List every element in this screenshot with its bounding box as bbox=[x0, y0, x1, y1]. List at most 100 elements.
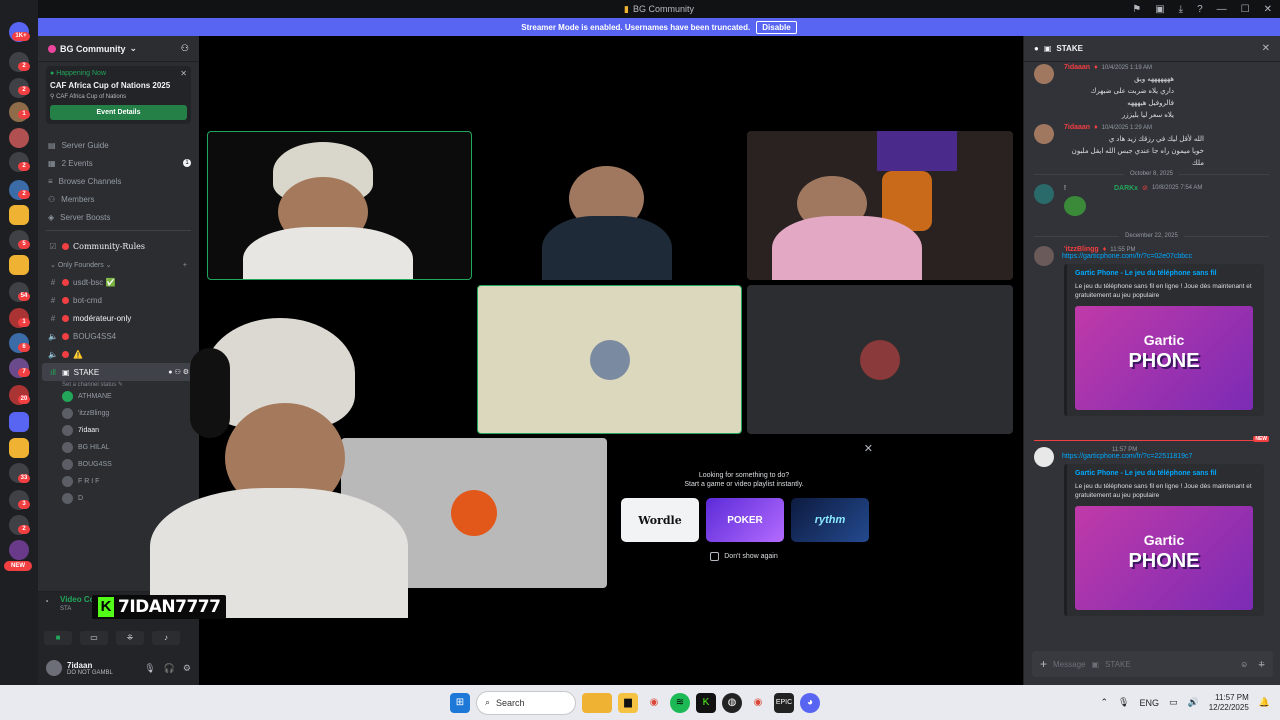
clock[interactable]: 11:57 PM 12/22/2025 bbox=[1209, 693, 1249, 713]
notifications-icon[interactable]: 🔔 bbox=[1259, 697, 1270, 708]
embed-image[interactable]: Gartic PHONE bbox=[1075, 506, 1253, 610]
notification-badge: 1 bbox=[18, 318, 30, 327]
dont-show-checkbox[interactable] bbox=[710, 552, 720, 561]
avatar bbox=[451, 490, 497, 536]
download-icon[interactable]: ⤓ bbox=[1179, 4, 1183, 15]
activity-button[interactable]: ⁜ bbox=[116, 631, 144, 645]
notification-badge: 6 bbox=[18, 343, 30, 352]
message-link[interactable]: https://garticphone.com/fr/?c=22511819c7 bbox=[1062, 453, 1269, 460]
message-author[interactable]: 'itzzBlingg bbox=[1064, 246, 1099, 253]
avatar[interactable] bbox=[1034, 124, 1054, 144]
taskbar-search[interactable]: ⌕ Search bbox=[476, 690, 576, 715]
wordle-card[interactable]: Wordle bbox=[621, 498, 699, 542]
emoji-icon[interactable]: ☺ bbox=[1240, 660, 1248, 669]
hash-icon: # bbox=[50, 277, 56, 287]
message-author[interactable]: 7idaaan bbox=[1064, 64, 1090, 71]
mic-icon[interactable]: 🎙 bbox=[1118, 697, 1129, 708]
display-icon[interactable]: ▭ bbox=[1169, 697, 1178, 708]
close-icon[interactable]: ✕ bbox=[864, 442, 873, 455]
server-icon[interactable] bbox=[9, 438, 29, 458]
close-icon[interactable]: ✕ bbox=[1262, 43, 1270, 54]
close-window-icon[interactable]: ✕ bbox=[1264, 4, 1272, 15]
headphone-shape bbox=[190, 348, 230, 438]
bg-community-server-icon[interactable] bbox=[9, 255, 29, 275]
server-icon[interactable] bbox=[9, 128, 29, 148]
user-status: DO NOT GAMBL bbox=[67, 669, 113, 676]
channel-community-rules[interactable]: ☑ Community-Rules bbox=[38, 235, 199, 257]
folder-icon[interactable] bbox=[9, 412, 29, 432]
help-icon[interactable]: ? bbox=[1197, 4, 1203, 15]
nav-events[interactable]: ▦ 2 Events 1 bbox=[38, 154, 199, 172]
event-details-button[interactable]: Event Details bbox=[50, 105, 187, 120]
nav-server-boosts[interactable]: ◈ Server Boosts bbox=[38, 208, 199, 226]
mic-icon[interactable]: 🎙 bbox=[144, 663, 155, 674]
avatar[interactable] bbox=[1034, 64, 1054, 84]
screen-share-icon[interactable]: ▣ bbox=[1155, 4, 1164, 15]
nav-browse-channels[interactable]: ≡ Browse Channels bbox=[38, 172, 199, 190]
embed-title[interactable]: Gartic Phone - Le jeu du téléphone sans … bbox=[1075, 270, 1256, 277]
invite-people-icon[interactable]: ⚇ bbox=[181, 43, 189, 54]
volume-icon[interactable]: 🔊 bbox=[1188, 697, 1199, 708]
inbox-flag-icon[interactable]: ⚑ bbox=[1132, 4, 1141, 15]
channel-item[interactable]: # bot-cmd bbox=[38, 291, 199, 309]
notification-badge: 2 bbox=[18, 62, 30, 71]
nav-server-guide[interactable]: ▤ Server Guide bbox=[38, 136, 199, 154]
chat-message-input[interactable]: + Message ▣ STAKE ☺ ⁜ bbox=[1032, 651, 1273, 677]
channel-item[interactable]: # usdt-bsc ✅ bbox=[38, 273, 199, 291]
avatar[interactable] bbox=[1034, 246, 1054, 266]
video-tile[interactable] bbox=[477, 131, 742, 280]
message-text: هههههههه ويق داري يلاه ضربت على ضبهرك فا… bbox=[1090, 76, 1174, 119]
discord-icon[interactable]: ◕ bbox=[800, 692, 820, 713]
message-link[interactable]: https://garticphone.com/fr/?c=02e07cbbcc bbox=[1062, 253, 1269, 260]
chevron-up-icon[interactable]: ⌃ bbox=[1101, 697, 1109, 708]
avatar[interactable] bbox=[1034, 447, 1054, 467]
widgets-icon[interactable] bbox=[582, 692, 612, 713]
server-icon[interactable] bbox=[9, 205, 29, 225]
message-author[interactable]: DARKx bbox=[1114, 185, 1138, 192]
system-tray: ⌃ 🎙 ENG ▭ 🔊 11:57 PM 12/22/2025 🔔 bbox=[1101, 685, 1271, 720]
role-icon: ⊘ bbox=[1142, 185, 1148, 192]
windows-start-icon[interactable]: ⊞ bbox=[450, 692, 470, 713]
close-icon[interactable]: ✕ bbox=[180, 69, 187, 78]
poker-card[interactable]: POKER bbox=[706, 498, 784, 542]
rythm-card[interactable]: rythm bbox=[791, 498, 869, 542]
soundboard-button[interactable]: ♪ bbox=[152, 631, 180, 645]
chrome-icon[interactable]: ◉ bbox=[748, 692, 768, 713]
video-tile[interactable] bbox=[477, 285, 742, 434]
disable-streamer-mode-button[interactable]: Disable bbox=[756, 20, 797, 34]
add-attachment-icon[interactable]: + bbox=[1040, 657, 1047, 671]
notification-badge: 5 bbox=[18, 240, 30, 249]
avatar[interactable] bbox=[1034, 184, 1054, 204]
message-author[interactable]: 7idaaan bbox=[1064, 124, 1090, 131]
screen-share-button[interactable]: ▭ bbox=[80, 631, 108, 645]
video-tile[interactable] bbox=[747, 131, 1013, 280]
embed-image[interactable]: Gartic PHONE bbox=[1075, 306, 1253, 410]
category-only-founders[interactable]: ⌄ Only Founders ⌄ + bbox=[38, 257, 199, 273]
video-tile[interactable] bbox=[747, 285, 1013, 434]
gear-icon[interactable]: ⚙ bbox=[183, 663, 191, 674]
server-icon[interactable] bbox=[9, 540, 29, 560]
epic-games-icon[interactable]: EPIC bbox=[774, 692, 794, 713]
embed-title[interactable]: Gartic Phone - Le jeu du téléphone sans … bbox=[1075, 470, 1256, 477]
obs-icon[interactable]: ◍ bbox=[722, 692, 742, 713]
kick-studio-icon[interactable]: K bbox=[696, 692, 716, 713]
headphones-icon[interactable]: 🎧 bbox=[164, 663, 175, 674]
server-header[interactable]: BG Community ⌄ ⚇ bbox=[38, 36, 199, 62]
avatar[interactable] bbox=[46, 660, 62, 676]
spotify-icon[interactable]: ≋ bbox=[670, 692, 690, 713]
embed-description: Le jeu du téléphone sans fil en ligne ! … bbox=[1075, 283, 1252, 299]
nav-members[interactable]: ⚇ Members bbox=[38, 190, 199, 208]
camera-button[interactable]: ■ bbox=[44, 631, 72, 645]
voice-controls: ■ ▭ ⁜ ♪ bbox=[44, 631, 180, 645]
add-channel-icon[interactable]: + bbox=[183, 262, 187, 269]
link-embed: Gartic Phone - Le jeu du téléphone sans … bbox=[1064, 464, 1264, 616]
file-explorer-icon[interactable]: ▆ bbox=[618, 692, 638, 713]
video-tile[interactable] bbox=[207, 131, 472, 280]
window-title: ▮ BG Community bbox=[624, 4, 694, 15]
chrome-icon[interactable]: ◉ bbox=[644, 692, 664, 713]
maximize-icon[interactable]: ☐ bbox=[1241, 4, 1250, 15]
minimize-icon[interactable]: — bbox=[1217, 4, 1227, 15]
language-indicator[interactable]: ENG bbox=[1139, 698, 1159, 708]
dont-show-again[interactable]: Don't show again bbox=[609, 552, 879, 561]
apps-icon[interactable]: ⁜ bbox=[1258, 660, 1265, 669]
